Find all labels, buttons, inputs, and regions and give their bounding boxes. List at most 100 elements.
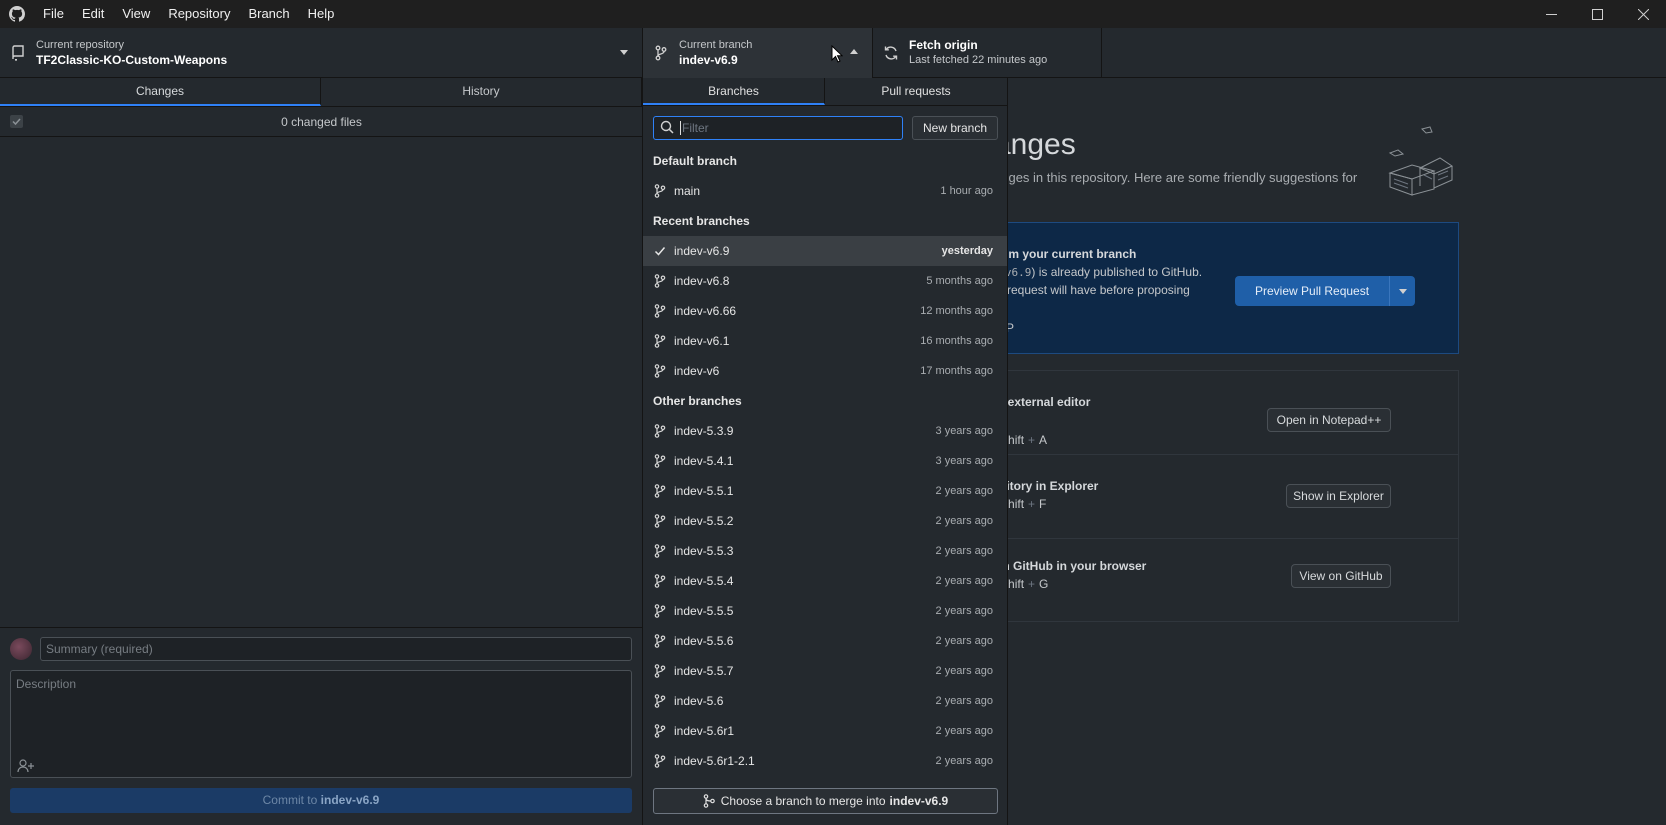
branch-filter-input[interactable]: Filter [653,116,903,140]
commit-prefix: Commit to [262,793,318,807]
branch-name: indev-5.5.6 [674,634,734,648]
branch-name: indev-v6.1 [674,334,730,348]
branch-time: 17 months ago [920,365,993,377]
branch-name: indev-v6.66 [674,304,737,318]
current-repository-button[interactable]: Current repository TF2Classic-KO-Custom-… [0,28,643,78]
page-subtitle: anges in this repository. Here are some … [994,170,1358,185]
branch-time: 2 years ago [935,725,993,737]
branch-item[interactable]: main 1 hour ago [643,176,1007,206]
branch-item[interactable]: indev-v6.1 16 months ago [643,326,1007,356]
branch-icon [653,424,667,438]
branch-name: indev-5.4.1 [674,454,734,468]
suggestion-row: e on GitHub in your browser +Shift+G Vie… [985,539,1458,623]
merge-prefix: Choose a branch to merge into [720,794,886,808]
branch-time: 12 months ago [920,305,993,317]
merge-icon [703,794,715,808]
branch-dropdown: Branches Pull requests Filter New branch… [643,78,1008,825]
fetch-subtitle: Last fetched 22 minutes ago [909,54,1048,66]
maximize-icon[interactable] [1574,0,1620,28]
branch-name: indev-5.5.7 [674,664,734,678]
tab-pull-requests[interactable]: Pull requests [825,78,1007,105]
chevron-down-icon [620,50,628,55]
menu-branch[interactable]: Branch [239,0,298,28]
branch-icon [653,544,667,558]
branch-item[interactable]: indev-v6 17 months ago [643,356,1007,386]
tab-branches[interactable]: Branches [643,78,825,105]
new-branch-button[interactable]: New branch [912,116,998,140]
branch-icon [653,634,667,648]
branch-time: 2 years ago [935,665,993,677]
branch-name: indev-5.5.2 [674,514,734,528]
github-logo-icon [0,0,34,28]
branch-icon [653,184,667,198]
branch-item[interactable]: indev-5.6 2 years ago [643,686,1007,716]
branch-icon [653,304,667,318]
branch-item[interactable]: indev-5.5.3 2 years ago [643,536,1007,566]
open-in-editor-button[interactable]: Open in Notepad++ [1267,408,1391,432]
merge-branch-name: indev-v6.9 [889,794,949,808]
branch-item[interactable]: indev-v6.8 5 months ago [643,266,1007,296]
menu-repository[interactable]: Repository [159,0,239,28]
summary-input[interactable]: Summary (required) [40,637,632,661]
title-bar: File Edit View Repository Branch Help [0,0,1666,28]
branch-name: indev-v6.9 [679,53,738,67]
branch-item[interactable]: indev-5.5.2 2 years ago [643,506,1007,536]
branch-item[interactable]: indev-5.5.4 2 years ago [643,566,1007,596]
minimize-icon[interactable] [1528,0,1574,28]
branch-item[interactable]: indev-5.5.1 2 years ago [643,476,1007,506]
branch-icon [653,754,667,768]
menu-view[interactable]: View [113,0,159,28]
checkmark-icon [653,244,667,258]
branch-time: 2 years ago [935,755,993,767]
branch-icon [653,724,667,738]
suggestions-card: our external editor ons +Shift+A Open in… [984,370,1459,622]
menu-file[interactable]: File [34,0,73,28]
other-branches-heading: Other branches [653,394,742,408]
branch-name: main [674,184,701,198]
menu-help[interactable]: Help [299,0,344,28]
view-github-title: e on GitHub in your browser [985,559,1147,573]
branch-item[interactable]: indev-v6.9 yesterday [643,236,1007,266]
suggestion-row: pository in Explorer +Shift+F Show in Ex… [985,455,1458,539]
branch-item[interactable]: indev-5.6r1 2 years ago [643,716,1007,746]
fetch-origin-button[interactable]: Fetch origin Last fetched 22 minutes ago [873,28,1102,78]
branch-icon [653,664,667,678]
tab-history[interactable]: History [321,78,642,106]
close-icon[interactable] [1620,0,1666,28]
branch-icon [653,364,667,378]
branch-item[interactable]: indev-5.5.7 2 years ago [643,656,1007,686]
tab-changes[interactable]: Changes [0,78,321,106]
description-input[interactable]: Description [10,670,632,778]
chevron-down-icon[interactable] [1389,276,1415,306]
branch-item[interactable]: indev-v6.66 12 months ago [643,296,1007,326]
branch-time: 3 years ago [935,425,993,437]
branch-name: indev-v6 [674,364,720,378]
branch-item[interactable]: indev-5.6r1-2.1 2 years ago [643,746,1007,776]
show-in-explorer-button[interactable]: Show in Explorer [1286,484,1391,508]
repository-icon [10,45,26,61]
branch-time: 2 years ago [935,485,993,497]
branch-time: 2 years ago [935,575,993,587]
view-on-github-button[interactable]: View on GitHub [1291,564,1391,588]
branch-name: indev-5.5.4 [674,574,734,588]
branch-icon [653,454,667,468]
branch-item[interactable]: indev-5.3.9 3 years ago [643,416,1007,446]
branch-name: indev-5.6r1 [674,724,735,738]
fetch-title: Fetch origin [909,38,978,52]
menu-edit[interactable]: Edit [73,0,113,28]
branch-item[interactable]: indev-5.5.5 2 years ago [643,596,1007,626]
branch-item[interactable]: indev-5.5.6 2 years ago [643,626,1007,656]
branch-time: 3 years ago [935,455,993,467]
branch-name: indev-5.6 [674,694,724,708]
pull-request-card-text-2: pull request will have before proposing [985,283,1190,297]
branch-time: 2 years ago [935,605,993,617]
branch-time: 2 years ago [935,635,993,647]
changes-pane: Changes History 0 changed files Summary … [0,78,643,825]
branch-icon [653,274,667,288]
add-coauthor-icon[interactable] [17,759,35,773]
commit-button[interactable]: Commit to indev-v6.9 [10,788,632,813]
branch-icon [653,694,667,708]
branch-item[interactable]: indev-5.4.1 3 years ago [643,446,1007,476]
preview-pull-request-button[interactable]: Preview Pull Request [1235,276,1416,306]
merge-branch-button[interactable]: Choose a branch to merge into indev-v6.9 [653,788,998,814]
